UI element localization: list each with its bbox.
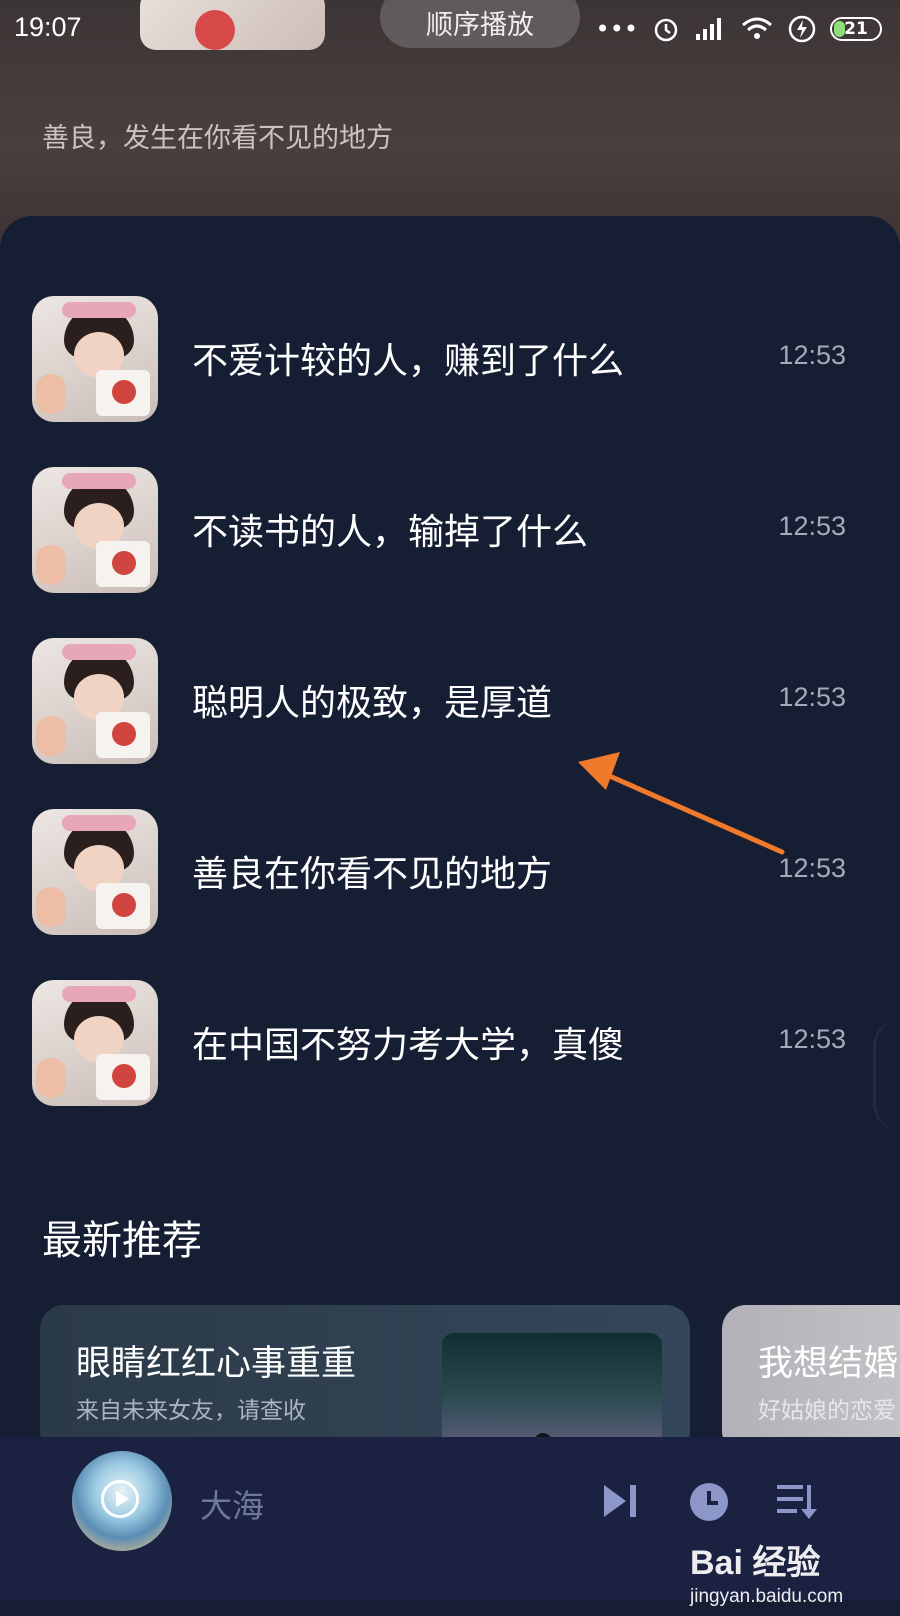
scroll-edge [873,1020,900,1130]
annotation-arrow-icon [578,752,785,855]
track-time: 12:53 [778,1024,846,1054]
track-title: 在中国不努力考大学，真傻 [192,1025,625,1066]
playlist-icon[interactable] [775,1481,819,1521]
track-thumbnail [32,980,158,1106]
recommend-card-subtitle: 来自未来女友，请查收 [76,1398,306,1424]
album-art[interactable] [72,1451,172,1551]
recommend-card[interactable]: 眼睛红红心事重重 来自未来女友，请查收 [40,1305,690,1455]
watermark-brand: Bai 经验 [690,1544,821,1582]
next-track-icon[interactable] [600,1481,640,1521]
playlist-item[interactable]: 在中国不努力考大学，真傻 12:53 [0,980,900,1110]
timer-icon[interactable] [688,1481,730,1523]
recommend-card[interactable]: 我想结婚 好姑娘的恋爱 [722,1305,900,1455]
play-icon[interactable] [101,1480,139,1518]
section-title-recommend: 最新推荐 [42,1218,202,1264]
baidu-watermark: Bai 经验 jingyan.baidu.com [690,1535,843,1608]
now-playing-title: 大海 [200,1487,265,1525]
recommend-card-subtitle: 好姑娘的恋爱 [758,1398,896,1424]
watermark-url: jingyan.baidu.com [690,1586,844,1607]
mini-player: 大海 Bai 经验 jingyan.baidu.com [0,1437,900,1607]
recommend-card-title: 眼睛红红心事重重 [76,1344,357,1384]
recommend-card-title: 我想结婚 [758,1344,899,1384]
